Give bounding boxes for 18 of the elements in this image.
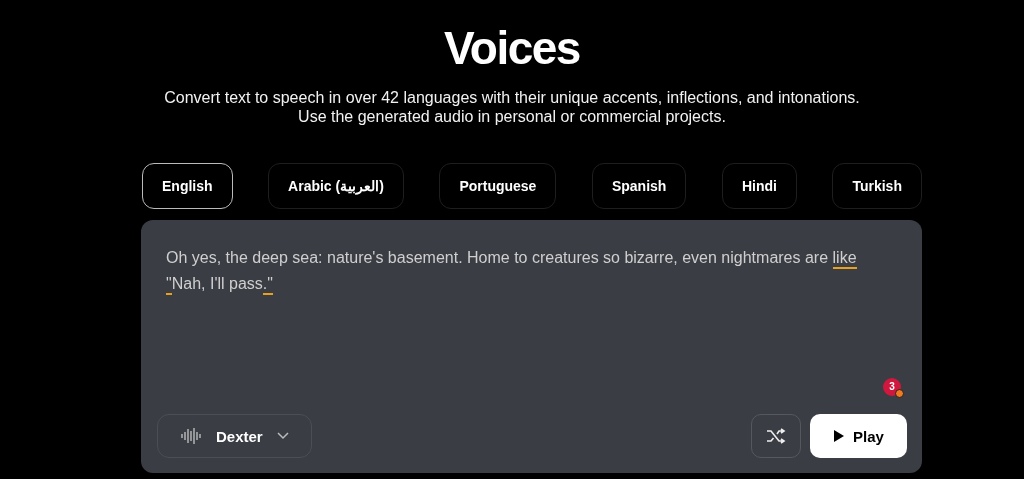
chevron-down-icon (276, 432, 289, 440)
page-subtitle: Convert text to speech in over 42 languages with their unique accents, inflections, and intonations. Use the generated audio in personal or commercial projects. (164, 88, 860, 126)
play-icon (833, 429, 846, 443)
language-tab[interactable]: Portuguese (439, 163, 557, 209)
language-tab[interactable]: Hindi (721, 163, 797, 209)
shuffle-icon (766, 428, 786, 444)
language-tab[interactable]: Turkish (832, 163, 922, 209)
page-title: Voices (444, 22, 580, 74)
issue-count-badge: 3 (883, 378, 901, 396)
language-tab[interactable]: Spanish (591, 163, 687, 209)
language-tab[interactable]: Arabic (العربية) (268, 163, 404, 209)
status-dot-icon (895, 389, 904, 398)
script-text[interactable]: Oh yes, the deep sea: nature's basement. Home to creatures so bizarre, even nightmares are like "Nah, I'll pass." (166, 245, 886, 297)
shuffle-button[interactable] (751, 414, 801, 458)
waveform-icon (180, 427, 202, 445)
play-button[interactable]: Play (810, 414, 907, 458)
voice-selector[interactable]: Dexter (157, 414, 312, 458)
language-tab[interactable]: English (142, 163, 233, 209)
